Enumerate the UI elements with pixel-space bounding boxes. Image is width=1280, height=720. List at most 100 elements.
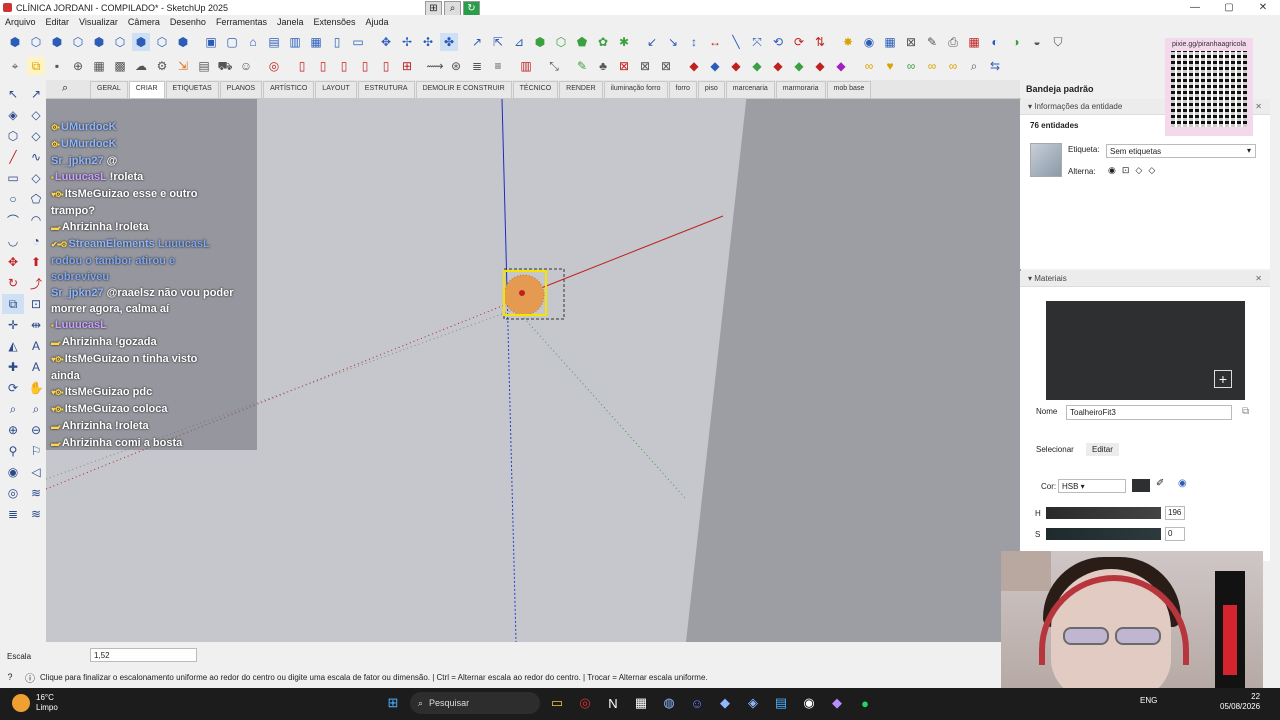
split-icon[interactable]: ↔	[706, 33, 724, 51]
scale-grip-point[interactable]	[519, 290, 525, 296]
stack-icon[interactable]: ≣	[468, 57, 486, 75]
arrows-icon[interactable]: ⇆	[986, 57, 1004, 75]
minimize-button[interactable]: —	[1178, 0, 1212, 15]
heart-icon[interactable]: ♥	[881, 57, 899, 75]
ruby-icon[interactable]: ◎	[265, 57, 283, 75]
taskbar-search[interactable]: ⌕ Pesquisar	[410, 692, 540, 714]
cross-box3-icon[interactable]: ⊠	[657, 57, 675, 75]
discord-icon[interactable]: ☺	[686, 692, 708, 714]
steam-icon[interactable]: ◍	[658, 692, 680, 714]
zoom-window-icon[interactable]: ⌕	[25, 399, 47, 419]
menu-ajuda[interactable]: Ajuda	[361, 17, 394, 27]
section-plane-icon[interactable]: ▣	[202, 33, 220, 51]
gem-blue-icon[interactable]: ◆	[706, 57, 724, 75]
tab-selecionar[interactable]: Selecionar	[1030, 443, 1080, 456]
position-camera-icon[interactable]: ⚲	[2, 441, 24, 461]
floor-icon[interactable]: ▥	[286, 33, 304, 51]
tab-demolir[interactable]: DEMOLIR E CONSTRUIR	[415, 81, 512, 98]
settings-icon[interactable]: ⚙	[153, 57, 171, 75]
view-top-icon[interactable]: ⬡	[27, 33, 45, 51]
3d-text-icon[interactable]: A	[25, 357, 47, 377]
tab-marcenaria[interactable]: marcenaria	[725, 81, 775, 98]
loop3-icon[interactable]: ∞	[923, 57, 941, 75]
paint-icon[interactable]: ◉	[1178, 478, 1187, 489]
checker-icon[interactable]: ▩	[111, 57, 129, 75]
eye-icon[interactable]: ◉	[860, 33, 878, 51]
menu-arquivo[interactable]: Arquivo	[0, 17, 41, 27]
orbit-tool-icon[interactable]: ⟳	[2, 378, 24, 398]
stretch-icon[interactable]: ⤧	[748, 33, 766, 51]
rectangle-icon[interactable]: ▭	[2, 168, 24, 188]
mirror-icon[interactable]: ⟲	[769, 33, 787, 51]
select-icon[interactable]: ↖	[2, 84, 24, 104]
style-hidden-line-icon[interactable]: ⬢	[174, 33, 192, 51]
sheet3-icon[interactable]: ▯	[335, 57, 353, 75]
sun-icon[interactable]: ✸	[839, 33, 857, 51]
palette-icon[interactable]: ◑	[1007, 33, 1025, 51]
axes-icon[interactable]: ✚	[2, 357, 24, 377]
gem-red-icon[interactable]: ◆	[685, 57, 703, 75]
calendar-icon[interactable]: ▦	[630, 692, 652, 714]
sandbox-icon[interactable]: ◎	[2, 483, 24, 503]
hide-icon[interactable]: ▦	[881, 33, 899, 51]
section-icon[interactable]: ◁	[25, 462, 47, 482]
tab-marmoraria[interactable]: marmoraria	[775, 81, 826, 98]
previous-icon[interactable]: ⊖	[25, 420, 47, 440]
view-right-icon[interactable]: ⬡	[69, 33, 87, 51]
s-input[interactable]: 0	[1165, 527, 1185, 541]
print-icon[interactable]: ⎙	[944, 33, 962, 51]
scale-input[interactable]: 1,52	[90, 648, 197, 662]
tab-tecnico[interactable]: TÉCNICO	[512, 81, 559, 98]
door-icon[interactable]: ▯	[328, 33, 346, 51]
window-icon[interactable]: ▭	[349, 33, 367, 51]
tab-planos[interactable]: PLANOS	[219, 81, 263, 98]
start-icon[interactable]: ⊞	[382, 692, 404, 714]
zoom-tool-icon[interactable]: ⌕	[2, 399, 24, 419]
notion-icon[interactable]: N	[602, 692, 624, 714]
tab-editar[interactable]: Editar	[1086, 443, 1119, 456]
pin-icon[interactable]: ↘	[664, 33, 682, 51]
building-icon[interactable]: ▤	[265, 33, 283, 51]
tab-etiquetas[interactable]: ETIQUETAS	[165, 81, 219, 98]
extension-icon[interactable]: ✿	[594, 33, 612, 51]
push-pull-icon[interactable]: ⬆	[25, 252, 47, 272]
shield-outline-icon[interactable]: ⛉	[1049, 33, 1067, 51]
dimensions-icon[interactable]: ⇹	[25, 315, 47, 335]
view-front-icon[interactable]: ⬢	[48, 33, 66, 51]
material-name-input[interactable]: ToalheiroFit3	[1066, 405, 1232, 420]
cart-icon[interactable]: ⛟	[216, 57, 234, 75]
circle-icon[interactable]: ○	[2, 189, 24, 209]
close-button[interactable]: ✕	[1246, 0, 1280, 15]
path-icon[interactable]: ⟿	[426, 57, 444, 75]
sheet5-icon[interactable]: ▯	[377, 57, 395, 75]
gem-red2-icon[interactable]: ◆	[727, 57, 745, 75]
view-iso-icon[interactable]: ⬢	[6, 33, 24, 51]
menu-extensoes[interactable]: Extensões	[309, 17, 361, 27]
grid-toggle-icon[interactable]: ▦	[90, 57, 108, 75]
sandbox2-icon[interactable]: ≋	[25, 483, 47, 503]
loop4-icon[interactable]: ∞	[944, 57, 962, 75]
pencil-icon[interactable]: ✎	[923, 33, 941, 51]
menu-editar[interactable]: Editar	[41, 17, 75, 27]
menu-camera[interactable]: Câmera	[123, 17, 165, 27]
weather-widget[interactable]: 16°C Limpo	[12, 693, 58, 713]
cross-box-icon[interactable]: ⊠	[615, 57, 633, 75]
file-explorer-icon[interactable]: ▭	[546, 692, 568, 714]
line-icon[interactable]: ╱	[2, 147, 24, 167]
gem-green-icon[interactable]: ◆	[748, 57, 766, 75]
offset-icon[interactable]: ⊡	[25, 294, 47, 314]
eyedropper-icon[interactable]: ✐	[1156, 478, 1164, 489]
frame-icon[interactable]: ⊠	[902, 33, 920, 51]
tab-piso[interactable]: piso	[697, 81, 725, 98]
pie-icon[interactable]: ◔	[25, 231, 47, 251]
color-mode-select[interactable]: HSB ▾	[1058, 479, 1126, 493]
arrow-move-icon[interactable]: ↙	[643, 33, 661, 51]
protractor-tool-icon[interactable]: ◭	[2, 336, 24, 356]
sheet4-icon[interactable]: ▯	[356, 57, 374, 75]
sheet2-icon[interactable]: ▯	[314, 57, 332, 75]
style-xray-icon[interactable]: ⬢	[132, 33, 150, 51]
freehand-icon[interactable]: ∿	[25, 147, 47, 167]
tab-criar[interactable]: CRIAR	[128, 81, 165, 98]
view-back-icon[interactable]: ⬢	[90, 33, 108, 51]
eye-visible-icon[interactable]: ◉	[1108, 165, 1116, 176]
